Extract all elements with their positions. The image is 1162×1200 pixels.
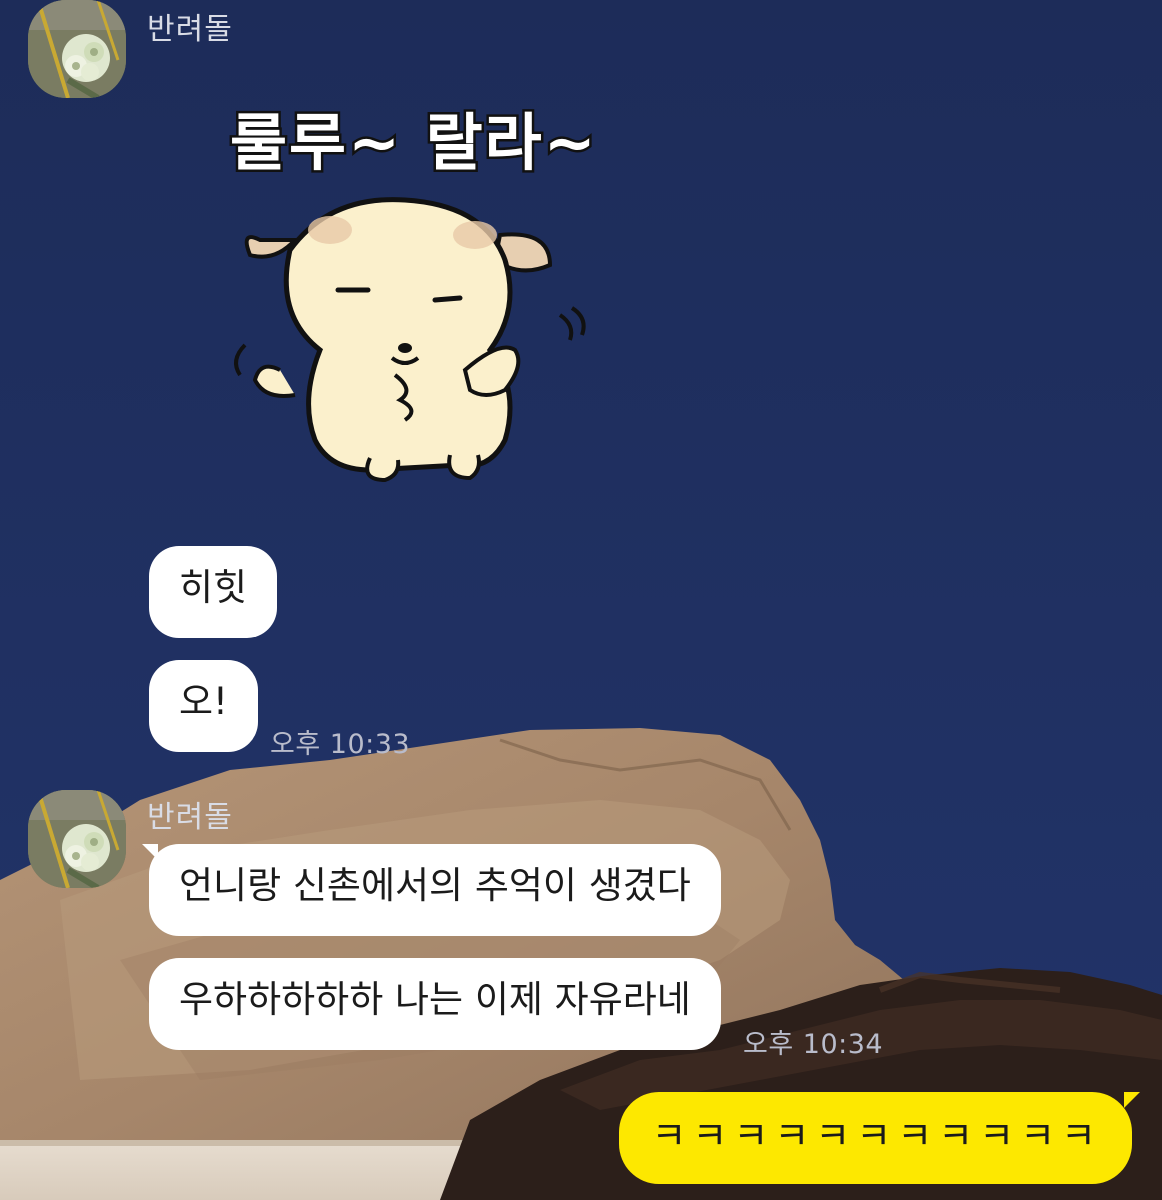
- message-bubble[interactable]: 히힛: [149, 546, 278, 638]
- avatar[interactable]: [28, 0, 126, 98]
- message-timestamp: 오후 10:34: [743, 1029, 884, 1060]
- flower-bouquet-icon: [28, 0, 126, 98]
- message-timestamp: 오후 10:33: [270, 729, 411, 760]
- sticker-caption: 룰루~ 랄라~: [228, 104, 599, 182]
- my-message-bubble[interactable]: ㅋㅋㅋㅋㅋㅋㅋㅋㅋㅋㅋ: [619, 1092, 1140, 1184]
- sender-name: 반려돌: [147, 800, 233, 835]
- sender-name: 반려돌: [147, 12, 233, 47]
- message-bubble[interactable]: 오!: [149, 660, 258, 752]
- message-bubble[interactable]: 언니랑 신촌에서의 추억이 생겼다: [142, 844, 721, 936]
- message-bubble[interactable]: 우하하하하하 나는 이제 자유라네: [149, 958, 721, 1050]
- avatar[interactable]: [28, 790, 126, 888]
- flower-bouquet-icon: [28, 790, 126, 888]
- puppy-sticker-icon[interactable]: [220, 190, 590, 490]
